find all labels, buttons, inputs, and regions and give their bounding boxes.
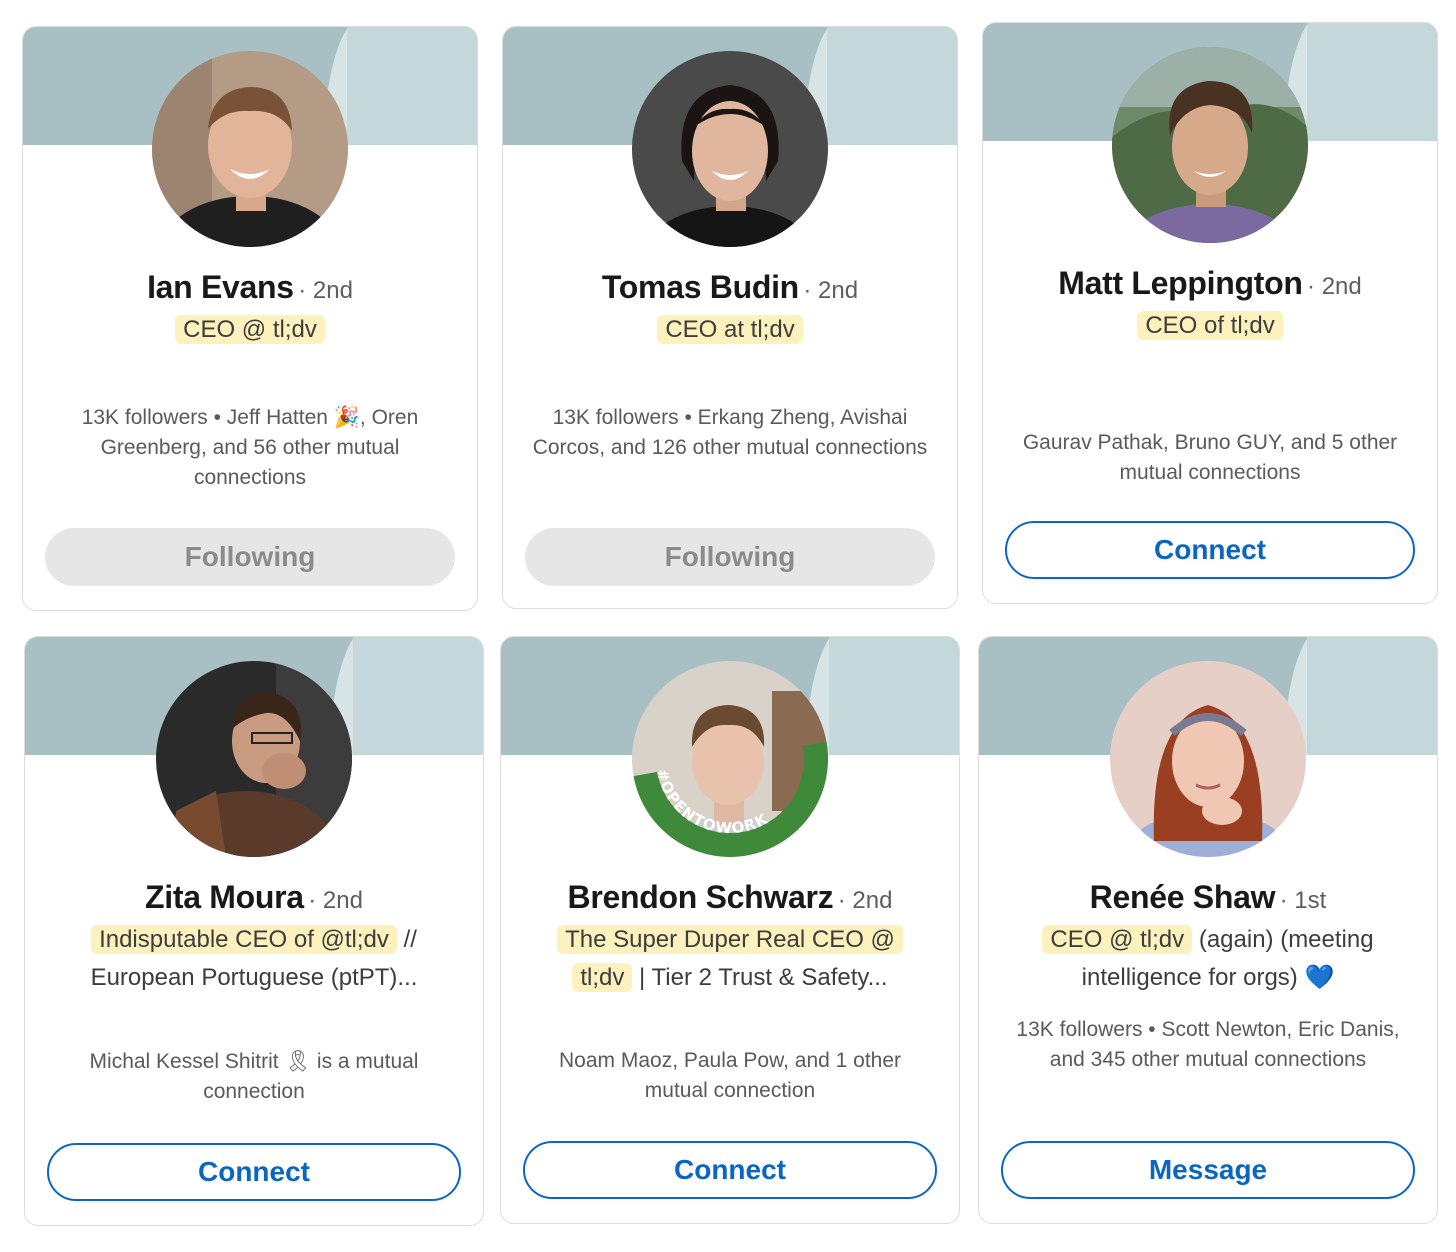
connect-button[interactable]: Connect	[523, 1141, 937, 1199]
connection-degree: · 2nd	[308, 887, 363, 914]
avatar[interactable]	[152, 51, 348, 247]
connect-button[interactable]: Connect	[47, 1143, 461, 1201]
connection-degree: · 2nd	[1307, 273, 1362, 300]
name-line: Ian Evans · 2nd	[23, 269, 477, 306]
headline-rest: | Tier 2 Trust & Safety...	[632, 964, 888, 991]
profile-card-tomas-budin[interactable]: Tomas Budin · 2nd CEO at tl;dv 13K follo…	[502, 26, 958, 609]
profile-headline: CEO of tl;dv	[1001, 307, 1419, 345]
name-line: Matt Leppington · 2nd	[983, 265, 1437, 302]
mutual-connections[interactable]: 13K followers • Jeff Hatten 🎉, Oren Gree…	[49, 403, 451, 493]
name-line: Zita Moura · 2nd	[25, 879, 483, 916]
profile-name[interactable]: Tomas Budin	[602, 269, 799, 305]
connection-degree: · 1st	[1279, 887, 1327, 914]
mutual-connections[interactable]: Gaurav Pathak, Bruno GUY, and 5 other mu…	[1009, 428, 1411, 488]
headline-highlight: CEO of tl;dv	[1137, 311, 1283, 340]
avatar[interactable]: #OPENTOWORK	[632, 661, 828, 857]
name-line: Tomas Budin · 2nd	[503, 269, 957, 306]
profile-card-ian-evans[interactable]: Ian Evans · 2nd CEO @ tl;dv 13K follower…	[22, 26, 478, 611]
mutual-connections[interactable]: Michal Kessel Shitrit 🎗 is a mutual conn…	[51, 1047, 457, 1107]
profile-name[interactable]: Ian Evans	[147, 269, 294, 305]
connection-degree: · 2nd	[803, 277, 859, 304]
mutual-connections[interactable]: Noam Maoz, Paula Pow, and 1 other mutual…	[527, 1046, 933, 1106]
profile-name[interactable]: Matt Leppington	[1058, 265, 1303, 301]
name-line: Brendon Schwarz · 2nd	[501, 879, 959, 916]
profile-name[interactable]: Renée Shaw	[1090, 879, 1276, 915]
avatar[interactable]	[1110, 661, 1306, 857]
name-line: Renée Shaw · 1st	[979, 879, 1437, 916]
profile-card-renee-shaw[interactable]: Renée Shaw · 1st CEO @ tl;dv (again) (me…	[978, 636, 1438, 1224]
profile-headline: CEO @ tl;dv	[41, 311, 459, 349]
profile-card-matt-leppington[interactable]: Matt Leppington · 2nd CEO of tl;dv Gaura…	[982, 22, 1438, 604]
message-button[interactable]: Message	[1001, 1141, 1415, 1199]
avatar[interactable]	[1112, 47, 1308, 243]
headline-highlight: Indisputable CEO of @tl;dv	[91, 925, 397, 954]
headline-highlight: CEO @ tl;dv	[1042, 925, 1193, 954]
profile-card-zita-moura[interactable]: Zita Moura · 2nd Indisputable CEO of @tl…	[24, 636, 484, 1226]
connection-degree: · 2nd	[837, 887, 893, 914]
headline-highlight: CEO at tl;dv	[657, 315, 803, 344]
profile-headline: CEO @ tl;dv (again) (meeting intelligenc…	[1029, 921, 1387, 997]
following-button[interactable]: Following	[525, 528, 935, 586]
profile-headline: CEO at tl;dv	[521, 311, 939, 349]
profile-name[interactable]: Brendon Schwarz	[568, 879, 834, 915]
following-button[interactable]: Following	[45, 528, 455, 586]
avatar[interactable]	[632, 51, 828, 247]
profile-headline: Indisputable CEO of @tl;dv // European P…	[43, 921, 465, 997]
connection-degree: · 2nd	[298, 277, 353, 304]
profile-name[interactable]: Zita Moura	[145, 879, 304, 915]
mutual-connections[interactable]: 13K followers • Erkang Zheng, Avishai Co…	[529, 403, 931, 463]
profile-headline: The Super Duper Real CEO @ tl;dv | Tier …	[541, 921, 919, 997]
mutual-connections[interactable]: 13K followers • Scott Newton, Eric Danis…	[1005, 1015, 1411, 1075]
headline-highlight: CEO @ tl;dv	[175, 315, 325, 344]
avatar[interactable]	[156, 661, 352, 857]
profile-card-brendon-schwarz[interactable]: #OPENTOWORK Brendon Schwarz · 2nd The Su…	[500, 636, 960, 1224]
connect-button[interactable]: Connect	[1005, 521, 1415, 579]
